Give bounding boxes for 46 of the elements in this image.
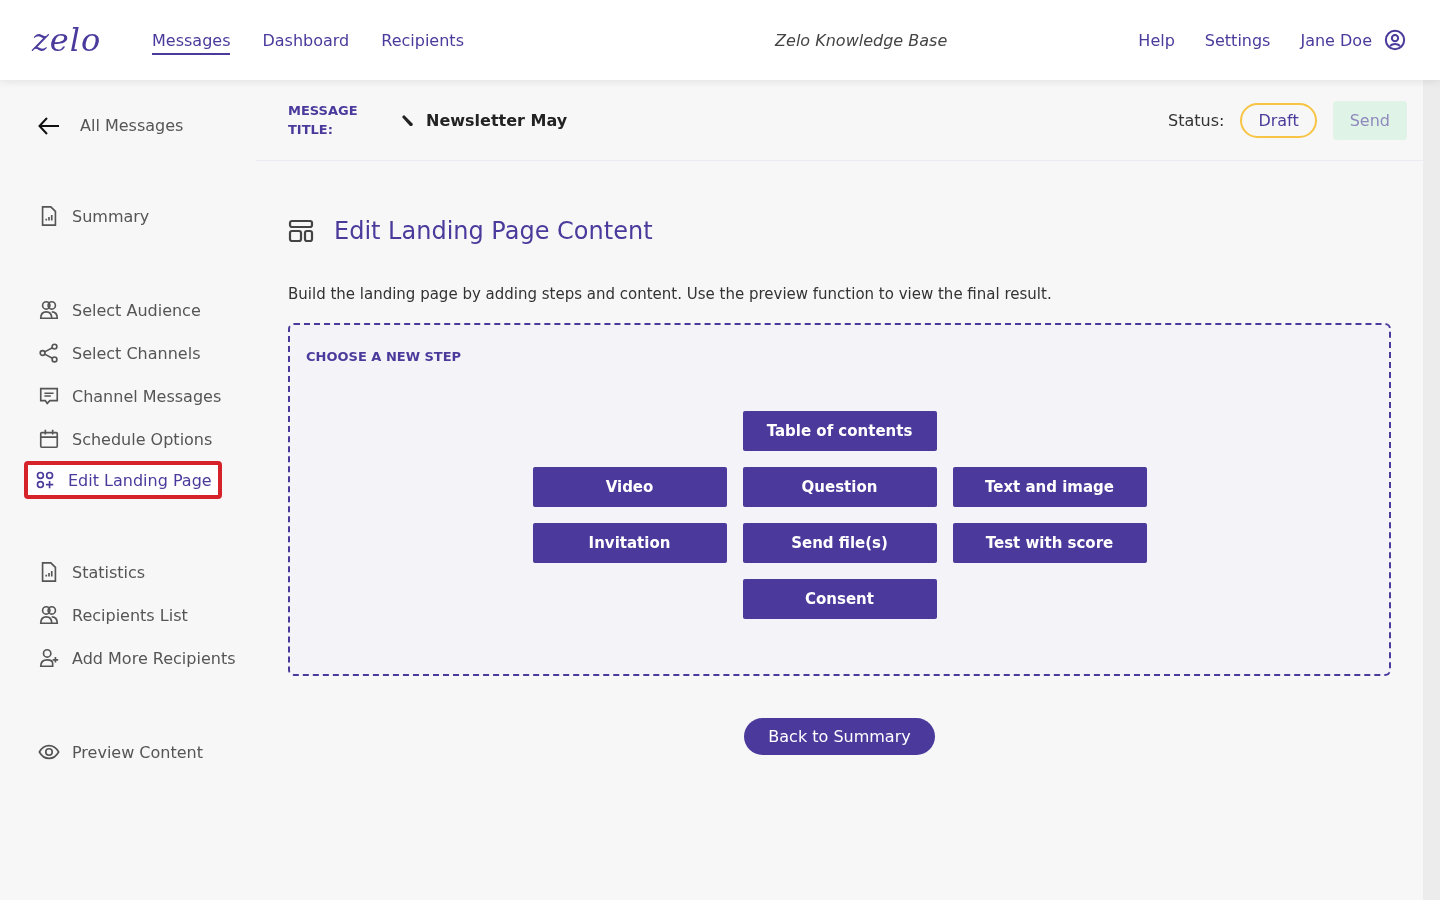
sidebar-item[interactable]: Select Audience bbox=[24, 289, 215, 331]
share-icon bbox=[38, 342, 60, 364]
user-menu[interactable]: Jane Doe bbox=[1300, 25, 1372, 55]
back-arrow-icon[interactable] bbox=[38, 116, 60, 135]
sidebar-item[interactable]: Edit Landing Page bbox=[24, 461, 222, 499]
sidebar-item[interactable]: Statistics bbox=[24, 551, 160, 593]
status-label: Status: bbox=[1168, 110, 1225, 130]
status-badge: Draft bbox=[1240, 102, 1317, 138]
layout-icon bbox=[288, 219, 314, 243]
sidebar-item[interactable]: Schedule Options bbox=[24, 418, 227, 460]
header-link[interactable]: Help bbox=[1138, 25, 1175, 55]
sidebar-item[interactable]: Channel Messages bbox=[24, 375, 236, 417]
sidebar-item[interactable]: Summary bbox=[24, 195, 164, 237]
nav-tab[interactable]: Dashboard bbox=[262, 25, 350, 55]
sidebar-item[interactable]: Select Channels bbox=[24, 332, 215, 374]
step-button[interactable]: Invitation bbox=[532, 523, 727, 563]
sidebar-item[interactable]: Add More Recipients bbox=[24, 637, 250, 679]
message-title-label: MESSAGE TITLE: bbox=[288, 102, 359, 139]
nav-tab[interactable]: Messages bbox=[152, 25, 231, 55]
message-title[interactable]: Newsletter May bbox=[426, 110, 568, 130]
description: Build the landing page by adding steps and content. Use the preview function to view the final result. bbox=[288, 285, 1053, 303]
people-icon bbox=[38, 604, 60, 626]
step-button[interactable]: Consent bbox=[742, 579, 937, 619]
pencil-icon[interactable] bbox=[400, 113, 414, 127]
step-button[interactable]: Text and image bbox=[952, 467, 1147, 507]
blocks-icon bbox=[34, 469, 56, 491]
chooser-title: CHOOSE A NEW STEP bbox=[306, 349, 463, 364]
user-icon[interactable] bbox=[1384, 29, 1406, 51]
calendar-icon bbox=[38, 428, 60, 450]
people-icon bbox=[38, 299, 60, 321]
sidebar-item[interactable]: Preview Content bbox=[24, 731, 217, 773]
message-icon bbox=[38, 385, 60, 407]
back-to-summary-button[interactable]: Back to Summary bbox=[744, 718, 935, 755]
step-button[interactable]: Table of contents bbox=[742, 411, 937, 451]
knowledge-base-link[interactable]: Zelo Knowledge Base bbox=[775, 30, 948, 50]
add-person-icon bbox=[38, 647, 60, 669]
page-heading: Edit Landing Page Content bbox=[334, 217, 653, 245]
step-button[interactable]: Video bbox=[532, 467, 727, 507]
step-button[interactable]: Question bbox=[742, 467, 937, 507]
sidebar-item[interactable]: Recipients List bbox=[24, 594, 202, 636]
logo[interactable]: zelo bbox=[32, 21, 152, 59]
step-button[interactable]: Test with score bbox=[952, 523, 1147, 563]
step-button[interactable]: Send file(s) bbox=[742, 523, 937, 563]
nav-tab[interactable]: Recipients bbox=[381, 25, 464, 55]
all-messages-link[interactable]: All Messages bbox=[80, 116, 184, 135]
header-link[interactable]: Settings bbox=[1204, 25, 1271, 55]
